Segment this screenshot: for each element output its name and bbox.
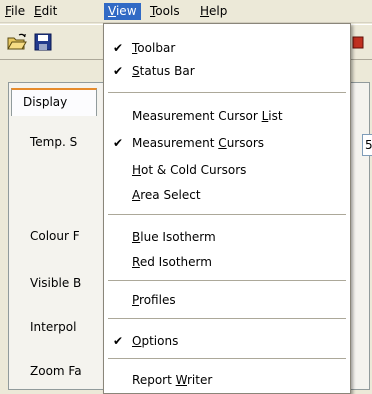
- menu-item-label: Hot & Cold Cursors: [132, 163, 247, 177]
- toolbar-red-icon[interactable]: [352, 32, 372, 52]
- menu-separator: [108, 318, 346, 319]
- menu-file[interactable]: File: [1, 3, 29, 20]
- menu-item-report-writer[interactable]: Report Writer: [104, 370, 348, 391]
- tab-display-label: Display: [23, 95, 68, 109]
- menu-item-label: Profiles: [132, 293, 176, 307]
- menu-item-label: Measurement Cursor List: [132, 109, 283, 123]
- menu-separator: [108, 214, 346, 215]
- label-zoom-factor: Zoom Fa: [30, 364, 82, 378]
- check-icon: ✔: [113, 41, 124, 55]
- menu-item-label: Toolbar: [132, 41, 176, 55]
- temp-scale-field[interactable]: 5: [362, 134, 372, 156]
- open-folder-icon[interactable]: [6, 32, 28, 52]
- menu-label: Help: [200, 4, 228, 18]
- menu-item-blue-isotherm[interactable]: Blue Isotherm: [104, 227, 348, 248]
- temp-scale-value: 5: [365, 138, 372, 152]
- menu-item-label: Report Writer: [132, 373, 213, 387]
- menu-item-label: Measurement Cursors: [132, 136, 265, 150]
- check-icon: ✔: [113, 64, 124, 78]
- menu-item-red-isotherm[interactable]: Red Isotherm: [104, 252, 348, 273]
- menu-item-measurement-cursor-list[interactable]: Measurement Cursor List: [104, 106, 348, 127]
- label-temp-scale: Temp. S: [30, 135, 78, 149]
- menu-label: Tools: [150, 4, 180, 18]
- label-colour: Colour F: [30, 229, 80, 243]
- menu-help[interactable]: Help: [196, 3, 231, 20]
- menu-view[interactable]: View: [104, 3, 141, 20]
- menu-separator: [108, 92, 346, 93]
- menu-bar: File Edit View Tools Help: [0, 0, 372, 23]
- label-interpolation: Interpol: [30, 320, 77, 334]
- view-menu-dropdown: ✔ Toolbar ✔ Status Bar Measurement Cursor …: [103, 23, 351, 394]
- menu-tools[interactable]: Tools: [146, 3, 184, 20]
- menu-item-label: Status Bar: [132, 64, 195, 78]
- menu-item-label: Red Isotherm: [132, 255, 212, 269]
- save-icon[interactable]: [32, 32, 54, 52]
- menu-separator: [108, 358, 346, 359]
- menu-item-measurement-cursors[interactable]: ✔ Measurement Cursors: [104, 133, 348, 154]
- menu-item-label: Options: [132, 334, 179, 348]
- menu-item-label: Blue Isotherm: [132, 230, 216, 244]
- menu-label: Edit: [34, 4, 58, 18]
- label-visible: Visible B: [30, 276, 82, 290]
- menu-label: File: [5, 4, 26, 18]
- menu-edit[interactable]: Edit: [30, 3, 61, 20]
- check-icon: ✔: [113, 334, 124, 348]
- menu-separator: [108, 280, 346, 281]
- menu-item-profiles[interactable]: Profiles: [104, 290, 348, 311]
- menu-item-hot-cold-cursors[interactable]: Hot & Cold Cursors: [104, 160, 348, 181]
- menu-item-status-bar[interactable]: ✔ Status Bar: [104, 61, 348, 82]
- menu-item-area-select[interactable]: Area Select: [104, 185, 348, 206]
- menu-item-label: Area Select: [132, 188, 201, 202]
- check-icon: ✔: [113, 136, 124, 150]
- menu-item-toolbar[interactable]: ✔ Toolbar: [104, 38, 348, 59]
- menu-label: View: [108, 4, 137, 18]
- tab-display[interactable]: Display: [11, 88, 97, 116]
- menu-item-options[interactable]: ✔ Options: [104, 331, 348, 352]
